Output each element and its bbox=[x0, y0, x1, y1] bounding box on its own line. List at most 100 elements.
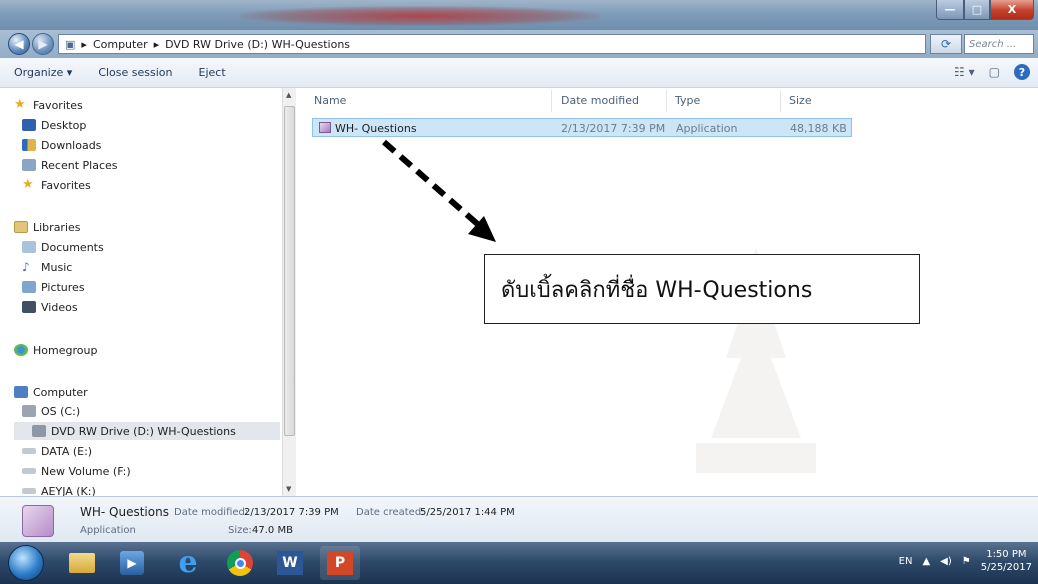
media-player-taskbar-icon[interactable]: ▶ bbox=[112, 546, 152, 580]
nav-computer[interactable]: Computer bbox=[14, 383, 88, 401]
nav-label: Computer bbox=[33, 385, 88, 399]
preview-pane-icon[interactable]: ▢ bbox=[989, 65, 1000, 79]
action-center-flag-icon[interactable]: ⚑ bbox=[962, 556, 971, 567]
nav-drive-e[interactable]: DATA (E:) bbox=[22, 442, 92, 460]
nav-label: Music bbox=[41, 260, 73, 274]
refresh-icon: ⟳ bbox=[940, 37, 952, 51]
videos-icon bbox=[22, 301, 36, 313]
title-bar: — □ X bbox=[0, 0, 1038, 30]
maximize-button[interactable]: □ bbox=[964, 0, 990, 20]
column-type[interactable]: Type bbox=[675, 94, 700, 107]
clock[interactable]: 1:50 PM 5/25/2017 bbox=[981, 548, 1032, 574]
navigation-pane: ★ Favorites Desktop Downloads Recent Pla… bbox=[0, 88, 282, 498]
hard-drive-icon bbox=[22, 405, 36, 417]
instruction-callout: ดับเบิ้ลคลิกที่ชื่อ WH-Questions bbox=[484, 254, 920, 324]
nav-drive-f[interactable]: New Volume (F:) bbox=[22, 462, 131, 480]
file-type: Application bbox=[676, 122, 738, 135]
nav-documents[interactable]: Documents bbox=[22, 238, 104, 256]
application-large-icon bbox=[22, 505, 54, 537]
powerpoint-icon[interactable]: P bbox=[320, 546, 360, 580]
column-divider[interactable] bbox=[551, 90, 552, 112]
nav-label: OS (C:) bbox=[41, 404, 81, 418]
nav-label: DVD RW Drive (D:) WH-Questions bbox=[51, 424, 236, 438]
downloads-icon bbox=[22, 139, 36, 151]
nav-videos[interactable]: Videos bbox=[22, 298, 78, 316]
application-icon bbox=[319, 122, 331, 133]
clock-date: 5/25/2017 bbox=[980, 562, 1032, 573]
nav-label: Favorites bbox=[33, 98, 83, 112]
drive-icon bbox=[22, 488, 36, 494]
window-controls: — □ X bbox=[936, 0, 1034, 20]
forward-arrow-icon: ▶ bbox=[38, 37, 48, 51]
minimize-button[interactable]: — bbox=[936, 0, 964, 20]
breadcrumb-separator-icon: ▸ bbox=[153, 37, 160, 51]
word-icon[interactable]: W bbox=[270, 546, 310, 580]
scroll-up-icon[interactable]: ▲ bbox=[286, 91, 291, 99]
drive-icon bbox=[22, 448, 36, 454]
details-pane: WH- Questions Date modified: 2/13/2017 7… bbox=[0, 496, 1038, 542]
start-button[interactable] bbox=[8, 545, 44, 581]
volume-icon[interactable]: ◀) bbox=[940, 556, 952, 567]
nav-downloads[interactable]: Downloads bbox=[22, 136, 101, 154]
explorer-taskbar-icon[interactable] bbox=[62, 546, 102, 580]
nav-desktop[interactable]: Desktop bbox=[22, 116, 86, 134]
column-size[interactable]: Size bbox=[789, 94, 812, 107]
chrome-icon[interactable] bbox=[220, 546, 260, 580]
nav-recent-places[interactable]: Recent Places bbox=[22, 156, 118, 174]
nav-favorites-item[interactable]: ★ Favorites bbox=[22, 176, 91, 194]
nav-scrollbar[interactable]: ▲ ▼ bbox=[282, 88, 296, 496]
search-input[interactable]: Search ... bbox=[964, 34, 1034, 54]
address-row: ◀ ▶ ▣ ▸ Computer ▸ DVD RW Drive (D:) WH-… bbox=[0, 30, 1038, 58]
scroll-down-icon[interactable]: ▼ bbox=[286, 485, 291, 493]
column-divider[interactable] bbox=[666, 90, 667, 112]
nav-pictures[interactable]: Pictures bbox=[22, 278, 85, 296]
details-date-modified: 2/13/2017 7:39 PM bbox=[244, 507, 339, 518]
scroll-thumb[interactable] bbox=[284, 106, 295, 436]
tray-expand-icon[interactable]: ▲ bbox=[922, 556, 930, 567]
nav-drive-c[interactable]: OS (C:) bbox=[22, 402, 80, 420]
close-session-button[interactable]: Close session bbox=[98, 66, 172, 79]
refresh-button[interactable]: ⟳ bbox=[930, 34, 962, 54]
back-button[interactable]: ◀ bbox=[8, 33, 30, 55]
nav-label: Documents bbox=[41, 240, 104, 254]
column-name[interactable]: Name bbox=[314, 94, 346, 107]
star-icon: ★ bbox=[14, 97, 26, 112]
details-type: Application bbox=[80, 525, 136, 536]
breadcrumb-computer[interactable]: Computer bbox=[93, 38, 148, 51]
nav-label: Libraries bbox=[33, 220, 81, 234]
view-controls: ☷ ▾ ▢ ? bbox=[954, 64, 1030, 80]
nav-favorites[interactable]: ★ Favorites bbox=[14, 96, 83, 114]
address-bar[interactable]: ▣ ▸ Computer ▸ DVD RW Drive (D:) WH-Ques… bbox=[58, 34, 926, 54]
column-divider[interactable] bbox=[780, 90, 781, 112]
nav-label: Homegroup bbox=[33, 343, 98, 357]
close-button[interactable]: X bbox=[990, 0, 1034, 20]
computer-small-icon: ▣ bbox=[65, 37, 76, 51]
nav-label: Desktop bbox=[41, 118, 87, 132]
nav-libraries[interactable]: Libraries bbox=[14, 218, 81, 236]
nav-drive-d[interactable]: DVD RW Drive (D:) WH-Questions bbox=[14, 422, 280, 440]
details-size: 47.0 MB bbox=[252, 525, 293, 536]
language-indicator[interactable]: EN bbox=[899, 556, 913, 567]
file-date: 2/13/2017 7:39 PM bbox=[561, 122, 666, 135]
forward-button[interactable]: ▶ bbox=[32, 33, 54, 55]
taskbar: ▶ e W P EN ▲ ◀) ⚑ 1:50 PM 5/25/2017 bbox=[0, 542, 1038, 584]
breadcrumb-dvd-drive[interactable]: DVD RW Drive (D:) WH-Questions bbox=[165, 38, 350, 51]
view-options-icon[interactable]: ☷ ▾ bbox=[954, 65, 975, 79]
organize-button[interactable]: Organize ▾ bbox=[14, 66, 72, 79]
drive-icon bbox=[22, 468, 36, 474]
nav-music[interactable]: ♪ Music bbox=[22, 258, 72, 276]
eject-button[interactable]: Eject bbox=[199, 66, 226, 79]
column-date[interactable]: Date modified bbox=[561, 94, 639, 107]
details-date-created: 5/25/2017 1:44 PM bbox=[420, 507, 515, 518]
nav-label: Videos bbox=[41, 300, 78, 314]
star-icon: ★ bbox=[22, 177, 34, 192]
back-arrow-icon: ◀ bbox=[14, 37, 24, 51]
nav-homegroup[interactable]: Homegroup bbox=[14, 341, 97, 359]
nav-label: New Volume (F:) bbox=[41, 464, 131, 478]
title-glow bbox=[240, 6, 600, 26]
nav-label: Pictures bbox=[41, 280, 85, 294]
details-date-created-label: Date created: bbox=[356, 507, 425, 518]
internet-explorer-icon[interactable]: e bbox=[168, 546, 208, 580]
recent-places-icon bbox=[22, 159, 36, 171]
help-icon[interactable]: ? bbox=[1014, 64, 1030, 80]
